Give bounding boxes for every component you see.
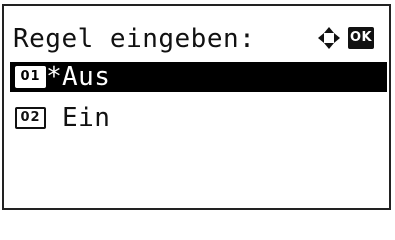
menu-item-label: Ein (62, 103, 111, 133)
item-number-badge: 02 (15, 107, 46, 129)
menu-item-label: Aus (62, 62, 111, 92)
option-list: 01 * Aus 02 Ein (10, 62, 387, 133)
menu-item-aus[interactable]: 01 * Aus (10, 62, 387, 92)
four-way-arrow-icon (318, 27, 340, 49)
current-setting-marker: * (46, 62, 62, 92)
page-title: Regel eingeben: (13, 24, 256, 54)
item-number-badge: 01 (15, 66, 46, 88)
menu-item-ein[interactable]: 02 Ein (10, 103, 387, 133)
lcd-panel: Regel eingeben: OK 01 * Aus 02 Ein (2, 4, 391, 210)
ok-key-icon: OK (348, 27, 374, 49)
